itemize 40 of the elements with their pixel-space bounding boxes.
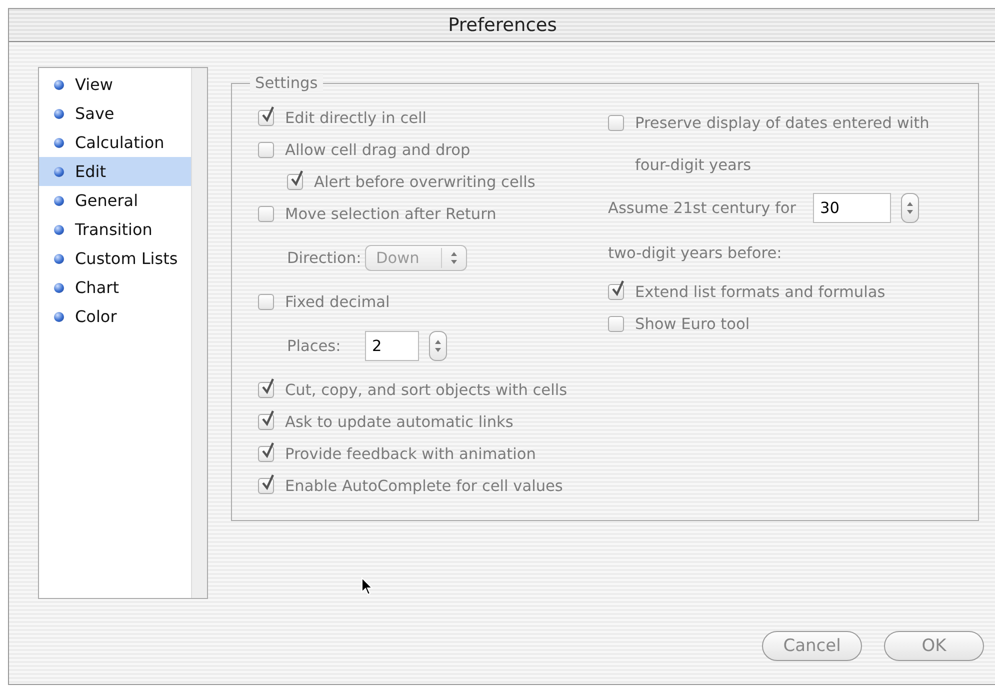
checkbox-label: Show Euro tool — [635, 314, 751, 335]
checkbox-label: Preserve display of dates entered with four-digit years — [635, 113, 930, 176]
field-label: two-digit years before: — [608, 244, 782, 262]
checkbox-label: Allow cell drag and drop — [285, 141, 470, 159]
bullet-icon — [54, 138, 64, 148]
sidebar-item[interactable]: General — [39, 186, 191, 215]
sidebar-item[interactable]: Chart — [39, 273, 191, 302]
sidebar-item[interactable]: Transition — [39, 215, 191, 244]
sidebar-item[interactable]: Color — [39, 302, 191, 331]
sidebar-item[interactable]: Custom Lists — [39, 244, 191, 273]
bullet-icon — [54, 312, 64, 322]
updown-arrows-icon — [906, 201, 914, 215]
window-title: Preferences — [448, 14, 557, 36]
bullet-icon — [54, 80, 64, 90]
updown-arrows-icon — [434, 339, 442, 353]
sidebar-item[interactable]: Calculation — [39, 128, 191, 157]
sidebar-item[interactable]: View — [39, 70, 191, 99]
checkbox-label: Cut, copy, and sort objects with cells — [285, 381, 568, 399]
bullet-icon — [54, 196, 64, 206]
bullet-icon — [54, 224, 64, 234]
field-label: Places: — [287, 337, 342, 355]
checkbox-label: Alert before overwriting cells — [314, 173, 536, 191]
cursor-icon — [361, 577, 373, 596]
bullet-icon — [54, 254, 64, 264]
checkbox-label: Provide feedback with animation — [285, 445, 536, 463]
checkbox-label: Enable AutoComplete for cell values — [285, 477, 563, 495]
checkbox-label: Edit directly in cell — [285, 109, 427, 127]
sidebar-item[interactable]: Edit — [39, 157, 191, 186]
bullet-icon — [54, 108, 64, 118]
updown-arrows-icon — [450, 251, 458, 265]
checkbox-label: Extend list formats and formulas — [635, 282, 886, 303]
checkbox-label: Move selection after Return — [285, 205, 496, 223]
bullet-icon — [54, 166, 64, 176]
field-label: Direction: — [287, 249, 362, 267]
group-title: Settings — [250, 74, 323, 92]
sidebar-item[interactable]: Save — [39, 99, 191, 128]
bullet-icon — [54, 282, 64, 292]
field-label: Assume 21st century for — [608, 199, 798, 217]
checkbox-label: Ask to update automatic links — [285, 413, 514, 431]
checkbox-label: Fixed decimal — [285, 293, 390, 311]
